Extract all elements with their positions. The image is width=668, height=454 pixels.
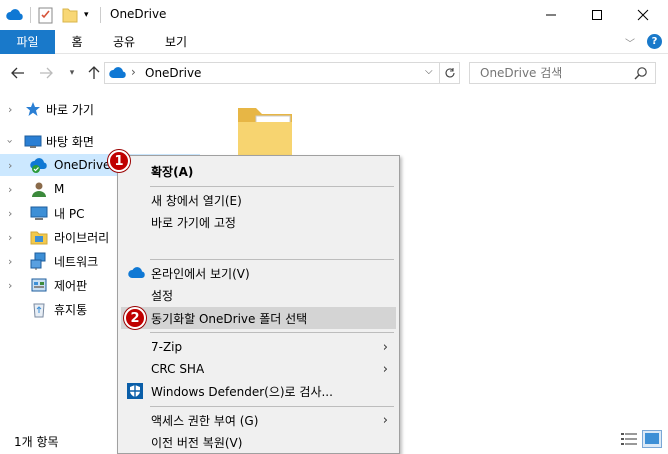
- close-button[interactable]: [620, 0, 666, 30]
- menu-item-choose-folders[interactable]: 동기화할 OneDrive 폴더 선택: [121, 307, 396, 329]
- large-icons-view-icon[interactable]: [642, 430, 662, 448]
- menu-item-label: 7-Zip: [151, 340, 183, 354]
- menu-item-label: 액세스 권한 부여 (G): [151, 413, 259, 428]
- divider: [100, 7, 101, 23]
- properties-icon[interactable]: [38, 6, 54, 24]
- folder-item-icon[interactable]: [236, 104, 298, 161]
- menu-item-view-online[interactable]: 온라인에서 보기(V): [121, 262, 396, 284]
- ribbon-expand-icon[interactable]: ﹀: [625, 35, 635, 50]
- pc-icon: [30, 204, 48, 222]
- submenu-arrow-icon: ›: [382, 361, 388, 377]
- expand-chevron-icon[interactable]: ›: [8, 103, 12, 116]
- refresh-button[interactable]: [440, 62, 460, 84]
- network-icon: [30, 252, 48, 270]
- tree-label: 휴지통: [54, 302, 88, 317]
- menu-separator: [150, 332, 394, 333]
- tab-home[interactable]: 홈: [60, 30, 94, 54]
- expand-chevron-icon[interactable]: ›: [8, 279, 12, 292]
- menu-item-expand[interactable]: 확장(A): [121, 160, 396, 182]
- menu-separator: [150, 186, 394, 187]
- menu-item-label: 동기화할 OneDrive 폴더 선택: [151, 311, 308, 326]
- maximize-button[interactable]: [574, 0, 620, 30]
- help-icon[interactable]: ?: [647, 34, 662, 49]
- forward-button[interactable]: [36, 63, 56, 83]
- tree-label: M: [54, 182, 65, 196]
- step-1-badge: 1: [108, 150, 130, 172]
- tree-label: 제어판: [54, 278, 88, 293]
- tree-label: OneDrive: [54, 158, 111, 172]
- tree-item-quick-access[interactable]: › 바로 가기: [0, 98, 200, 120]
- customize-qat-icon[interactable]: ▾: [84, 6, 89, 24]
- menu-item-label: 바로 가기에 고정: [151, 215, 236, 230]
- tab-share[interactable]: 공유: [104, 30, 144, 54]
- menu-item-label: Windows Defender(으)로 검사...: [151, 384, 333, 399]
- tree-label: 내 PC: [54, 206, 85, 221]
- window-title: OneDrive: [110, 7, 167, 21]
- tree-label: 네트워크: [54, 254, 99, 269]
- menu-item-crc-sha[interactable]: CRC SHA ›: [121, 358, 396, 380]
- submenu-arrow-icon: ›: [382, 412, 388, 428]
- minimize-button[interactable]: [528, 0, 574, 30]
- tab-file[interactable]: 파일: [0, 30, 55, 54]
- menu-separator: [150, 259, 394, 260]
- menu-item-pin-quick-access[interactable]: 바로 가기에 고정: [121, 211, 396, 233]
- breadcrumb-onedrive[interactable]: OneDrive: [145, 66, 201, 80]
- tree-label: 바탕 화면: [46, 134, 94, 149]
- onedrive-icon: [128, 266, 146, 283]
- tree-item-desktop[interactable]: › 바탕 화면: [0, 130, 200, 152]
- search-icon[interactable]: [634, 66, 648, 83]
- control-panel-icon: [30, 276, 48, 294]
- collapse-chevron-icon[interactable]: ›: [4, 139, 17, 143]
- menu-item-give-access[interactable]: 액세스 권한 부여 (G) ›: [121, 409, 396, 431]
- step-2-badge: 2: [124, 307, 146, 329]
- onedrive-icon: [30, 156, 48, 174]
- expand-chevron-icon[interactable]: ›: [8, 183, 12, 196]
- menu-item-open-new-window[interactable]: 새 창에서 열기(E): [121, 189, 396, 211]
- menu-item-label: 온라인에서 보기(V): [151, 266, 250, 281]
- context-menu: 확장(A) 새 창에서 열기(E) 바로 가기에 고정 온라인에서 보기(V) …: [117, 155, 400, 454]
- menu-item-defender-scan[interactable]: Windows Defender(으)로 검사...: [121, 380, 396, 402]
- status-item-count: 1개 항목: [14, 435, 59, 449]
- ribbon-tabs: 파일 홈 공유 보기 ﹀ ?: [0, 30, 668, 54]
- address-bar[interactable]: › OneDrive ⌵: [104, 62, 440, 84]
- desktop-icon: [24, 132, 42, 150]
- expand-chevron-icon[interactable]: ›: [8, 159, 12, 172]
- onedrive-icon: [109, 66, 127, 83]
- expand-chevron-icon[interactable]: ›: [8, 207, 12, 220]
- back-button[interactable]: [8, 63, 28, 83]
- library-icon: [30, 228, 48, 246]
- submenu-arrow-icon: ›: [382, 339, 388, 355]
- menu-item-restore-versions[interactable]: 이전 버전 복원(V): [121, 431, 396, 453]
- menu-item-label: CRC SHA: [151, 362, 205, 376]
- menu-item-label: 이전 버전 복원(V): [151, 435, 243, 450]
- search-input[interactable]: [480, 66, 630, 80]
- menu-separator: [150, 406, 394, 407]
- recent-locations-icon[interactable]: ▾: [62, 63, 82, 83]
- expand-chevron-icon[interactable]: ›: [8, 255, 12, 268]
- tree-label: 라이브러리: [54, 230, 110, 245]
- title-bar: ▾ OneDrive: [0, 0, 668, 30]
- up-button[interactable]: [84, 63, 104, 83]
- menu-item-label: 새 창에서 열기(E): [151, 193, 242, 208]
- tab-view[interactable]: 보기: [156, 30, 196, 54]
- onedrive-app-icon: [6, 6, 24, 24]
- menu-item-7zip[interactable]: 7-Zip ›: [121, 336, 396, 358]
- tree-label: 바로 가기: [46, 102, 94, 117]
- menu-item-label: 확장(A): [151, 164, 194, 179]
- expand-chevron-icon[interactable]: ›: [8, 231, 12, 244]
- star-icon: [24, 100, 42, 118]
- menu-item-settings[interactable]: 설정: [121, 284, 396, 306]
- details-view-icon[interactable]: [620, 431, 638, 450]
- recycle-bin-icon: [30, 300, 48, 318]
- divider: [30, 7, 31, 23]
- user-icon: [30, 180, 48, 198]
- defender-shield-icon: [127, 383, 143, 402]
- search-box[interactable]: [469, 62, 656, 84]
- navigation-bar: ▾ › OneDrive ⌵: [0, 54, 668, 92]
- menu-item-label: 설정: [151, 288, 174, 303]
- new-folder-icon[interactable]: [62, 6, 78, 24]
- address-dropdown-icon[interactable]: ⌵: [425, 66, 433, 77]
- breadcrumb-chevron-icon: ›: [131, 65, 136, 79]
